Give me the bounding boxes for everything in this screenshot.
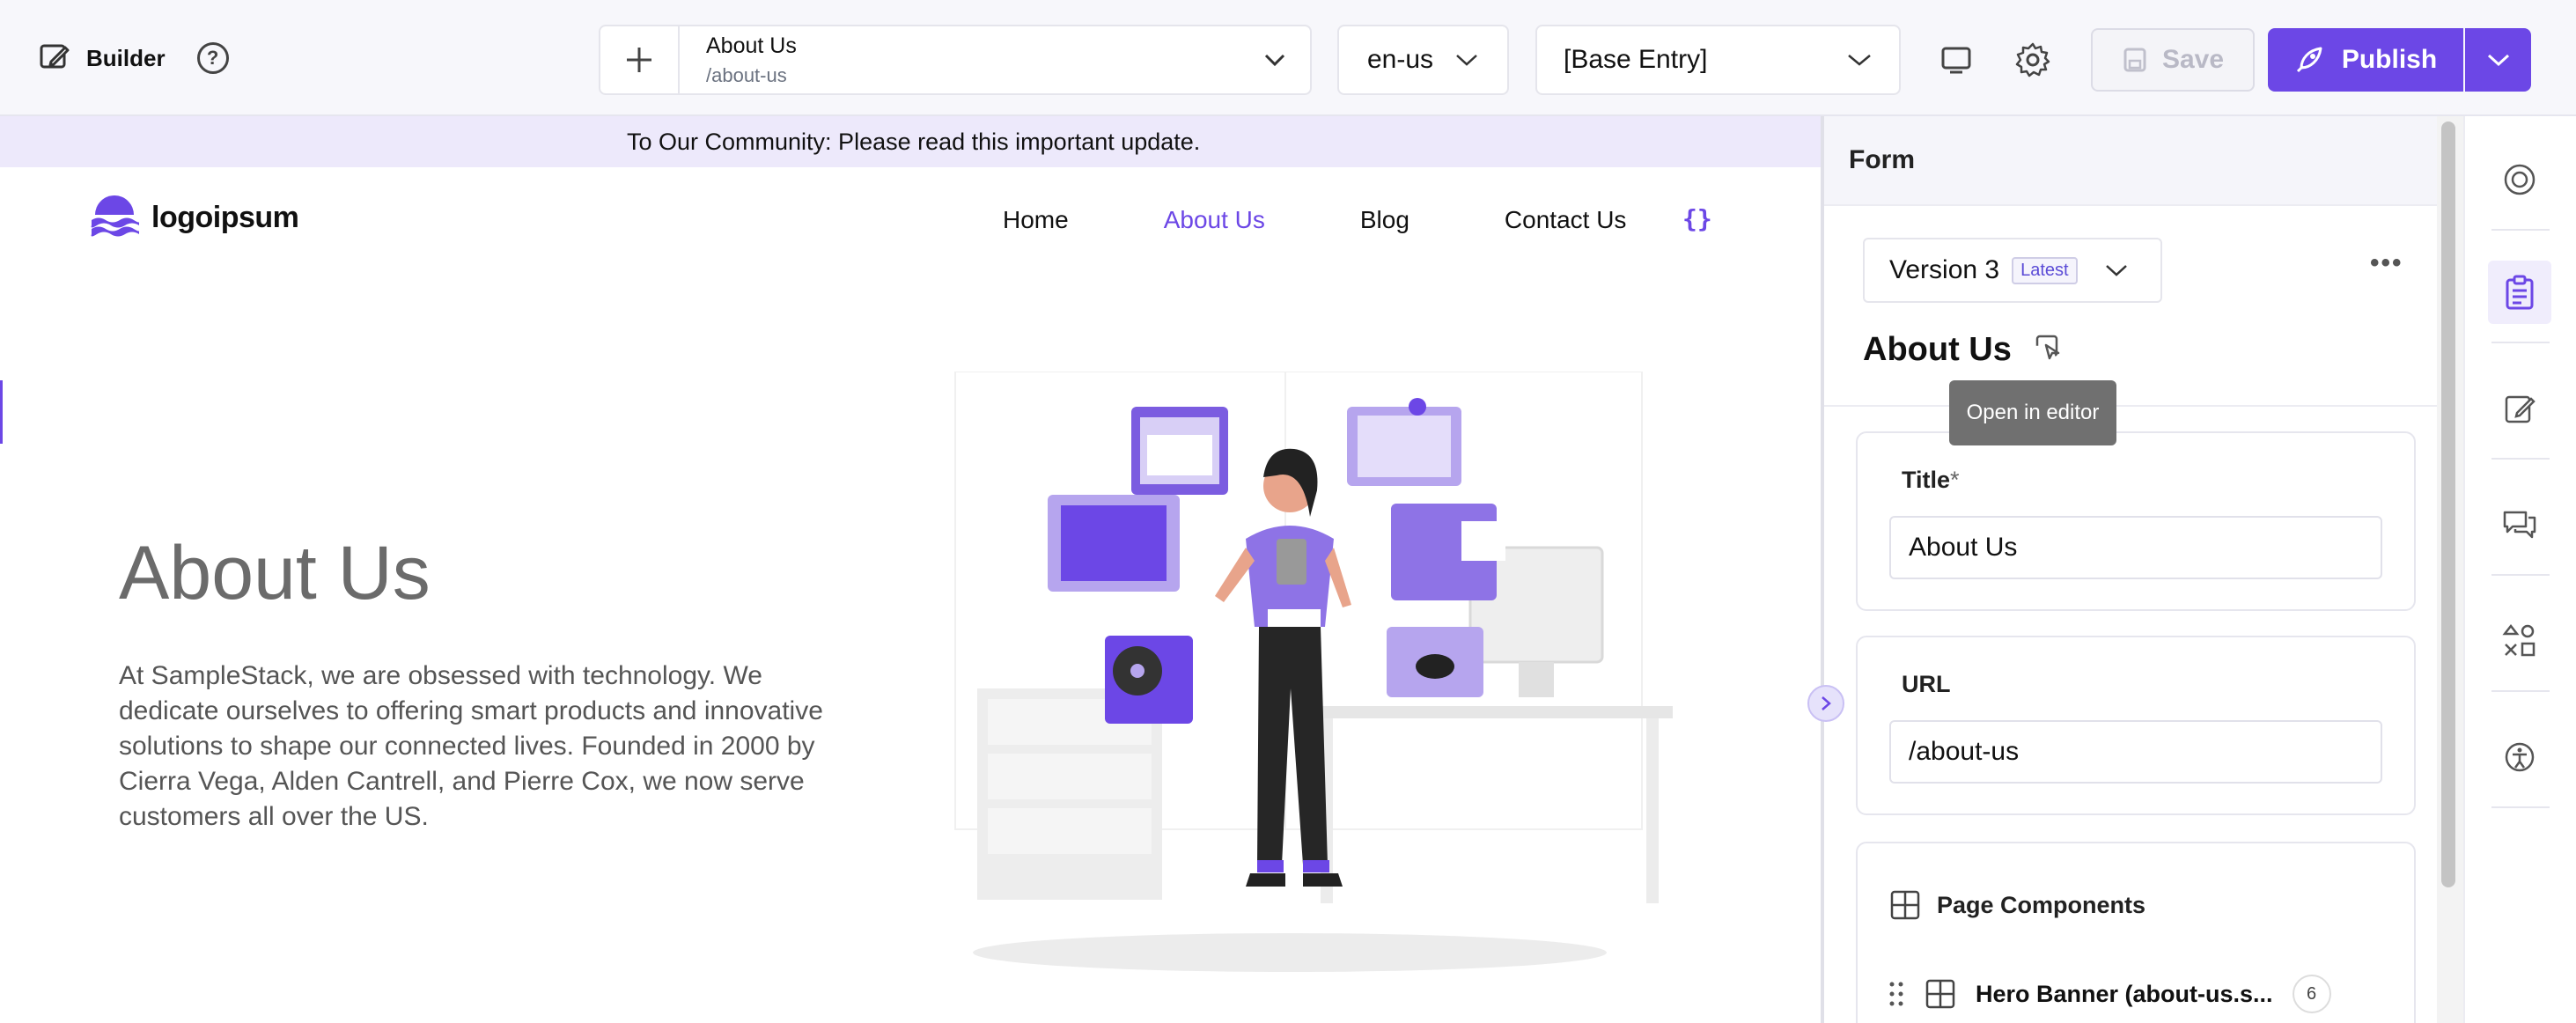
page-url: /about-us xyxy=(706,63,787,86)
builder-icon xyxy=(39,40,70,77)
chevron-down-icon[interactable] xyxy=(1240,53,1310,67)
form-header: Form xyxy=(1824,116,2437,206)
title-label-text: Title xyxy=(1902,467,1951,493)
hero-text[interactable]: At SampleStack, we are obsessed with tec… xyxy=(119,659,867,835)
chevron-down-icon xyxy=(2105,265,2127,276)
save-label: Save xyxy=(2161,45,2225,74)
entry-title-text: About Us xyxy=(1863,331,2012,368)
chevron-down-icon xyxy=(2487,54,2509,67)
site-logo[interactable]: logoipsum xyxy=(90,195,299,239)
url-field-label: URL xyxy=(1902,671,1951,697)
rail-divider xyxy=(2491,806,2550,808)
nav-link-home[interactable]: Home xyxy=(1003,206,1069,234)
nav-link-about-us[interactable]: About Us xyxy=(1164,206,1265,234)
save-button[interactable]: Save xyxy=(2091,28,2255,92)
selection-marker xyxy=(0,380,3,444)
latest-badge: Latest xyxy=(2012,256,2078,284)
chevron-down-icon xyxy=(1848,55,1871,66)
help-icon[interactable]: ? xyxy=(196,42,229,74)
chevron-right-icon xyxy=(1822,696,1831,710)
page-preview: To Our Community: Please read this impor… xyxy=(0,116,1821,1023)
hero-illustration xyxy=(954,372,1673,972)
component-count-badge: 6 xyxy=(2292,975,2331,1013)
grid-icon xyxy=(1925,979,1955,1009)
hero-title[interactable]: About Us xyxy=(119,530,431,617)
accessibility-icon[interactable] xyxy=(2488,725,2551,789)
logo-text: logoipsum xyxy=(151,200,299,234)
drag-handle-icon xyxy=(1889,982,1903,1006)
component-label: Hero Banner (about-us.s... xyxy=(1976,980,2273,1007)
title-field-card: Title* About Us xyxy=(1856,431,2416,611)
target-icon[interactable] xyxy=(2488,148,2551,211)
code-braces-icon[interactable]: {} xyxy=(1682,204,1712,233)
top-toolbar: Builder ? About Us /about-us en-us [Base… xyxy=(0,0,2576,116)
desktop-view-icon[interactable] xyxy=(1936,40,1976,80)
site-nav-links: Home About Us Blog Contact Us xyxy=(1003,206,1626,234)
page-components-header: Page Components xyxy=(1889,889,2145,921)
version-label: Version 3 xyxy=(1889,255,2000,284)
rail-divider xyxy=(2491,458,2550,460)
scrollbar-thumb[interactable] xyxy=(2441,121,2455,887)
entry-select[interactable]: [Base Entry] xyxy=(1535,25,1901,95)
open-in-editor-icon[interactable] xyxy=(2035,331,2061,369)
version-select[interactable]: Version 3 Latest xyxy=(1863,238,2162,303)
add-page-button[interactable] xyxy=(600,26,680,93)
page-components-card: Page Components Hero Banner (about-us.s.… xyxy=(1856,842,2416,1023)
url-field-card: URL /about-us xyxy=(1856,636,2416,815)
publish-options-button[interactable] xyxy=(2465,28,2531,92)
title-field-label: Title* xyxy=(1902,467,1960,494)
more-options-icon[interactable]: ••• xyxy=(2370,248,2403,278)
divider xyxy=(1824,405,2437,407)
edit-icon[interactable] xyxy=(2488,377,2551,440)
page-selector[interactable]: About Us /about-us xyxy=(599,25,1312,95)
clipboard-icon[interactable] xyxy=(2488,261,2551,324)
right-rail xyxy=(2463,116,2576,1023)
chevron-down-icon xyxy=(1456,55,1477,66)
builder-brand: Builder ? xyxy=(39,39,229,77)
entry-value: [Base Entry] xyxy=(1564,45,1708,74)
url-input[interactable]: /about-us xyxy=(1889,720,2382,784)
locale-select[interactable]: en-us xyxy=(1337,25,1509,95)
logo-waves-icon xyxy=(91,195,139,237)
comments-icon[interactable] xyxy=(2488,493,2551,556)
form-panel: Form Version 3 Latest ••• About Us Title… xyxy=(1821,116,2437,1023)
save-icon xyxy=(2123,48,2146,72)
locale-value: en-us xyxy=(1366,45,1434,74)
grid-icon xyxy=(1890,890,1920,920)
components-icon[interactable] xyxy=(2488,609,2551,673)
page-name: About Us xyxy=(706,33,797,58)
publish-button[interactable]: Publish xyxy=(2268,28,2463,92)
entry-title: About Us xyxy=(1863,331,2061,369)
site-header: logoipsum Home About Us Blog Contact Us … xyxy=(0,167,1821,282)
title-input[interactable]: About Us xyxy=(1889,516,2382,579)
open-in-editor-tooltip: Open in editor xyxy=(1949,380,2116,445)
required-asterisk: * xyxy=(1950,467,1960,493)
rail-divider xyxy=(2491,690,2550,692)
publish-label: Publish xyxy=(2341,45,2438,74)
builder-label: Builder xyxy=(86,44,166,71)
page-info: About Us /about-us xyxy=(680,33,1240,87)
announcement-bar[interactable]: To Our Community: Please read this impor… xyxy=(0,116,1821,167)
plus-icon xyxy=(627,48,651,72)
page-components-label: Page Components xyxy=(1937,891,2146,918)
component-row[interactable]: Hero Banner (about-us.s... 6 xyxy=(1888,960,2381,1023)
nav-link-contact-us[interactable]: Contact Us xyxy=(1505,206,1627,234)
rail-divider xyxy=(2491,342,2550,343)
nav-link-blog[interactable]: Blog xyxy=(1360,206,1409,234)
settings-gear-icon[interactable] xyxy=(2013,40,2053,80)
rail-divider xyxy=(2491,229,2550,231)
rail-divider xyxy=(2491,574,2550,576)
collapse-panel-button[interactable] xyxy=(1807,685,1844,722)
rocket-icon xyxy=(2296,47,2322,73)
